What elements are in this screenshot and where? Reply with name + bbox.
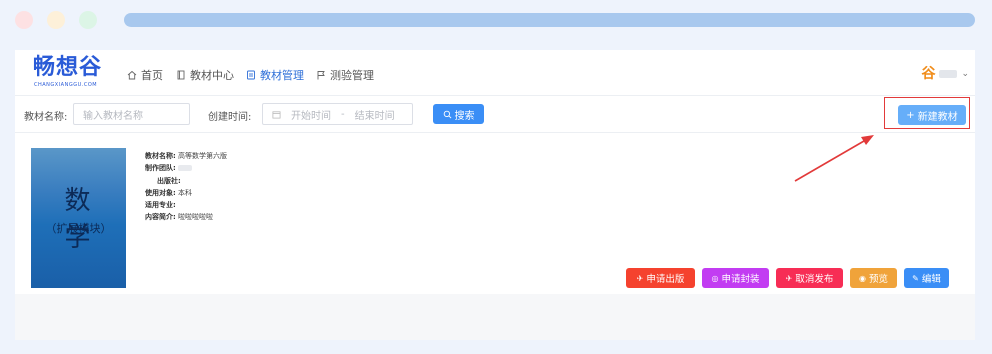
info-value: 本科 — [178, 188, 193, 197]
plus-icon: + — [906, 109, 915, 121]
chevron-down-icon: ⌄ — [961, 69, 969, 79]
send-icon: ✈ — [785, 273, 793, 283]
info-row-major: 适用专业: — [145, 199, 227, 211]
info-key: 教材名称: — [145, 152, 176, 160]
filter-bar: 教材名称: 输入教材名称 创建时间: 开始时间 - 结束时间 搜索 — [15, 97, 975, 133]
info-value: 高等数学第六版 — [178, 152, 228, 160]
textbook-info: 教材名称: 高等数学第六版 制作团队: 出版社: 使用对象: 本科 适用专业: … — [145, 150, 227, 224]
flag-icon — [317, 71, 325, 80]
top-navbar: 畅想谷 CHANGXIANGGU.COM 首页 教材中心 教材管理 测验管理 谷… — [15, 50, 975, 96]
button-label: 取消发布 — [795, 274, 834, 285]
cover-subtitle: （扩展模块） — [45, 222, 112, 235]
status-badge: 发布教材 — [908, 159, 945, 169]
nav-item-home[interactable]: 首页 — [127, 67, 163, 83]
window-maximize-dot[interactable] — [79, 11, 97, 29]
window-close-dot[interactable] — [15, 11, 33, 29]
nav-item-textbook-management[interactable]: 教材管理 — [246, 67, 304, 83]
info-row-audience: 使用对象: 本科 — [145, 187, 227, 199]
package-icon: ◎ — [711, 273, 719, 283]
nav-label: 教材中心 — [190, 69, 234, 82]
info-row-name: 教材名称: 高等数学第六版 — [145, 150, 227, 162]
user-avatar: 谷 — [921, 66, 936, 82]
nav-label: 教材管理 — [260, 69, 304, 82]
site-logo[interactable]: 畅想谷 CHANGXIANGGU.COM — [33, 56, 113, 90]
info-row-publisher: 出版社: — [145, 175, 227, 187]
info-key: 出版社: — [157, 176, 181, 185]
action-buttons: ✈ 申请出版 ◎ 申请封装 ✈ 取消发布 ◉ 预览 ✎ 编辑 — [626, 268, 949, 288]
date-separator: - — [341, 108, 345, 120]
date-end-placeholder: 结束时间 — [354, 110, 395, 122]
search-label: 搜索 — [454, 110, 475, 122]
info-key: 制作团队: — [145, 164, 176, 173]
user-menu[interactable]: 谷 ⌄ — [921, 66, 969, 82]
content-area: 数 学 （扩展模块） 教材名称: 高等数学第六版 制作团队: 出版社: 使用对象… — [15, 134, 975, 340]
info-key: 内容简介: — [145, 213, 176, 222]
nav-item-textbook-center[interactable]: 教材中心 — [176, 67, 234, 83]
new-textbook-button[interactable]: + 新建教材 — [898, 105, 966, 125]
home-icon — [127, 70, 137, 80]
search-icon — [443, 110, 451, 118]
info-key: 适用专业: — [145, 201, 176, 210]
send-icon: ✈ — [636, 273, 644, 283]
preview-button[interactable]: ◉ 预览 — [850, 268, 897, 288]
textbook-cover[interactable]: 数 学 （扩展模块） — [31, 148, 126, 288]
info-key: 使用对象: — [145, 188, 176, 197]
calendar-icon — [272, 110, 281, 119]
user-name-blurred — [939, 70, 958, 78]
button-label: 编辑 — [921, 274, 941, 285]
textbook-name-placeholder: 输入教材名称 — [83, 110, 143, 122]
app-window: 畅想谷 CHANGXIANGGU.COM 首页 教材中心 教材管理 测验管理 谷… — [15, 50, 975, 340]
cover-title: 数 学 — [64, 186, 103, 253]
name-filter-label: 教材名称: — [24, 112, 68, 123]
info-value: 啦啦啦啦啦 — [178, 213, 214, 222]
info-row-team: 制作团队: — [145, 162, 227, 174]
logo-text: 畅想谷 — [33, 56, 102, 80]
book-icon — [177, 70, 185, 80]
new-textbook-label: 新建教材 — [917, 111, 958, 123]
info-row-summary: 内容简介: 啦啦啦啦啦 — [145, 211, 227, 223]
button-label: 申请出版 — [646, 274, 685, 285]
team-value-blurred — [178, 165, 193, 172]
button-label: 预览 — [868, 274, 888, 285]
apply-publish-button[interactable]: ✈ 申请出版 — [626, 268, 695, 288]
nav-item-quiz-management[interactable]: 测验管理 — [316, 67, 374, 83]
eye-icon: ◉ — [859, 273, 866, 283]
address-bar[interactable] — [124, 13, 975, 27]
textbook-card: 数 学 （扩展模块） 教材名称: 高等数学第六版 制作团队: 出版社: 使用对象… — [15, 134, 975, 294]
date-range-picker[interactable]: 开始时间 - 结束时间 — [262, 103, 413, 125]
edit-button[interactable]: ✎ 编辑 — [904, 268, 949, 288]
textbook-name-input[interactable]: 输入教材名称 — [73, 103, 190, 125]
button-label: 申请封装 — [721, 274, 760, 285]
nav-label: 首页 — [141, 69, 163, 82]
search-button[interactable]: 搜索 — [433, 104, 484, 124]
date-filter-label: 创建时间: — [208, 112, 252, 123]
apply-package-button[interactable]: ◎ 申请封装 — [702, 268, 769, 288]
document-icon — [247, 70, 255, 80]
logo-subtitle: CHANGXIANGGU.COM — [34, 82, 98, 88]
date-start-placeholder: 开始时间 — [291, 110, 331, 122]
cancel-publish-button[interactable]: ✈ 取消发布 — [776, 268, 843, 288]
nav-label: 测验管理 — [330, 69, 374, 82]
window-minimize-dot[interactable] — [47, 11, 65, 29]
logo-wordmark: 畅想谷 — [33, 55, 103, 80]
edit-icon: ✎ — [912, 273, 919, 283]
